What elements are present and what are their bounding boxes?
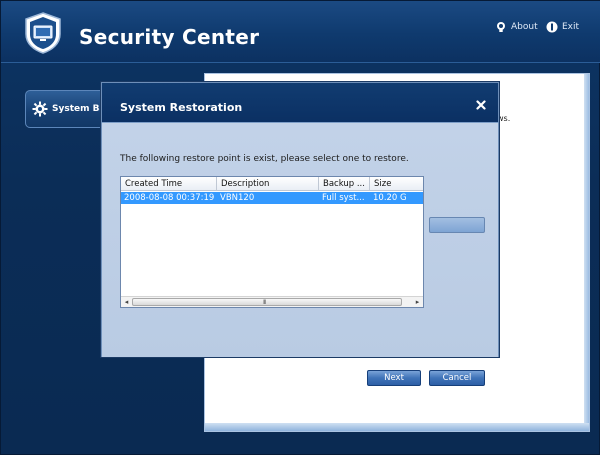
scrollbar-grip: III [263,299,266,306]
about-link[interactable]: About [495,21,538,33]
lightbulb-icon [497,22,505,32]
list-header: Created Time Description Backup ... Size [121,177,423,191]
panel-footer-edge [205,423,589,431]
close-icon [476,100,486,110]
next-button[interactable]: Next [367,370,421,386]
column-header-size[interactable]: Size [370,177,424,191]
cell-created-time: 2008-08-08 00:37:19 [124,193,215,203]
cancel-button[interactable]: Cancel [429,370,485,386]
scroll-left-icon[interactable]: ◂ [122,298,131,307]
horizontal-scrollbar[interactable]: ◂ III ▸ [121,296,423,307]
panel-edge [584,74,589,431]
dialog-body: The following restore point is exist, pl… [102,124,498,386]
scroll-right-icon[interactable]: ▸ [413,298,422,307]
column-header-description[interactable]: Description [217,177,319,191]
column-header-backup[interactable]: Backup ... [319,177,370,191]
restore-point-list[interactable]: Created Time Description Backup ... Size… [120,176,424,308]
about-label: About [511,22,538,32]
instruction-text: The following restore point is exist, pl… [120,154,409,164]
dialog-title: System Restoration [120,101,243,114]
security-center-window: Security Center About Exit System Bac ws… [0,0,600,455]
app-title: Security Center [79,25,260,49]
exit-link[interactable]: Exit [546,21,579,33]
column-header-created-time[interactable]: Created Time [121,177,217,191]
restore-side-button[interactable] [429,217,485,233]
power-icon [546,21,558,33]
app-header: Security Center About Exit [1,1,600,63]
table-row[interactable]: 2008-08-08 00:37:19 VBN120 Full syst... … [121,192,423,204]
dialog-titlebar: System Restoration [102,83,498,123]
cell-size: 10.20 G [373,193,407,203]
exit-label: Exit [562,22,580,32]
cell-backup: Full syst... [322,193,365,203]
gear-icon [32,101,48,117]
system-restoration-dialog: System Restoration The following restore… [101,82,499,386]
cell-description: VBN120 [220,193,255,203]
scrollbar-thumb[interactable]: III [132,298,402,306]
close-button[interactable] [473,97,489,113]
shield-logo-icon [25,12,61,54]
